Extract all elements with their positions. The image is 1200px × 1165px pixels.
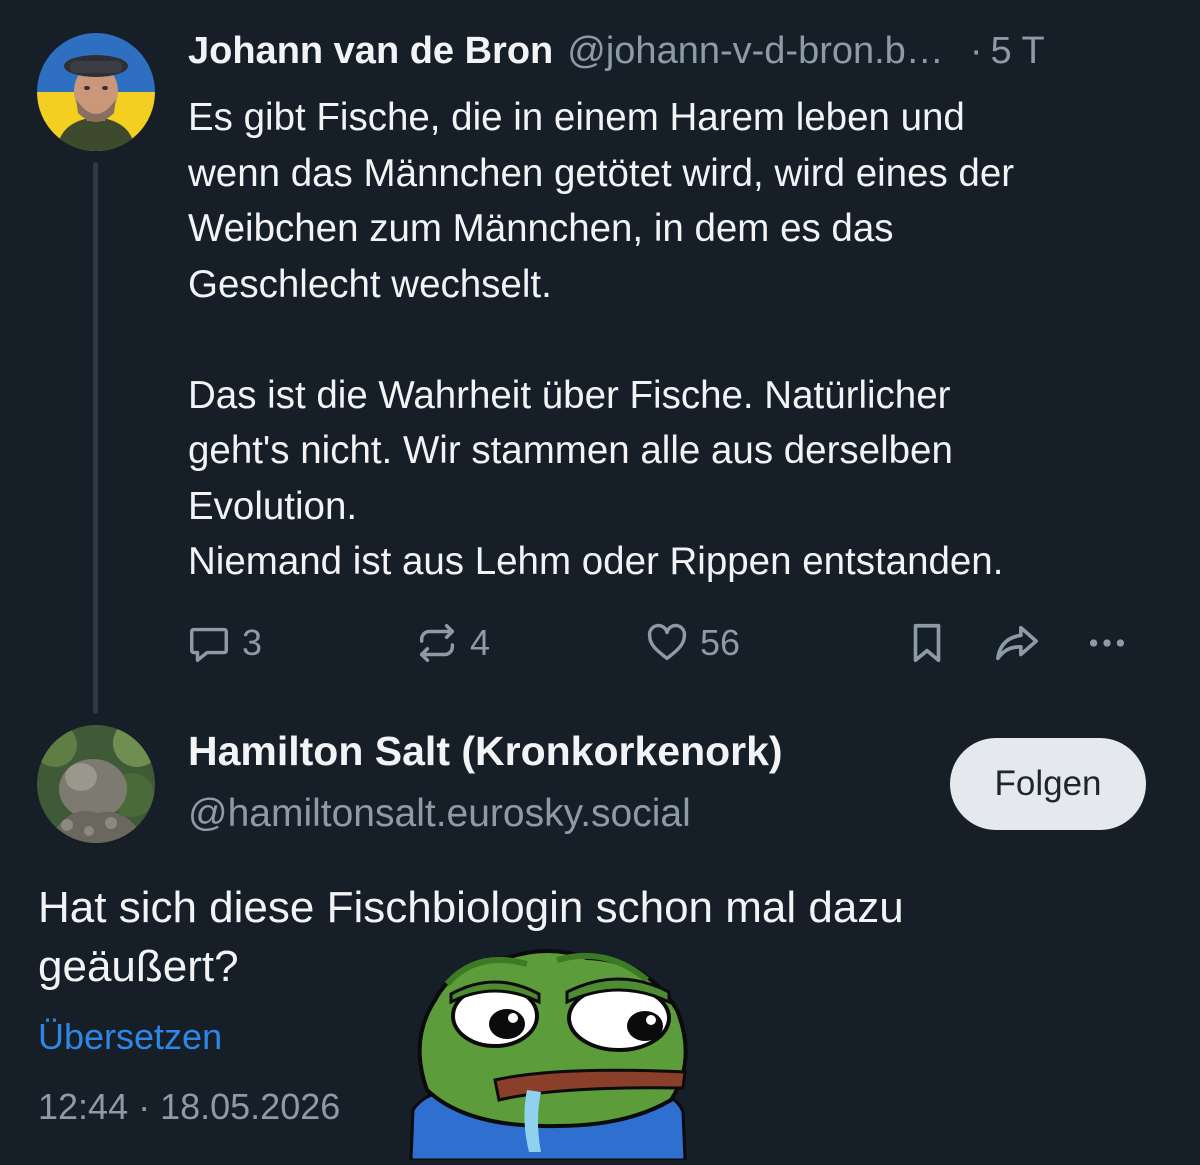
post-actions: 3 4 56 (186, 615, 1146, 675)
bookmark-button[interactable] (904, 615, 950, 671)
author-avatar-johann[interactable] (37, 33, 155, 151)
share-icon (992, 620, 1042, 666)
author-avatar-hamilton[interactable] (37, 725, 155, 843)
author-name[interactable]: Johann van de Bron (188, 30, 553, 73)
follow-button[interactable]: Folgen (950, 738, 1146, 830)
repost-icon (414, 620, 460, 666)
share-button[interactable] (992, 615, 1042, 671)
like-count: 56 (700, 622, 741, 663)
post-header: Johann van de Bron @johann-v-d-bron.b… ·… (188, 30, 1158, 82)
post-timestamp: 12:44 · 18.05.2026 (38, 1086, 341, 1127)
reply-author-name[interactable]: Hamilton Salt (Kronkorkenork) (188, 728, 783, 775)
separator-dot: · (969, 30, 983, 72)
reply-author-handle[interactable]: @hamiltonsalt.eurosky.social (188, 792, 691, 836)
post-text: Es gibt Fische, die in einem Harem leben… (188, 96, 1015, 583)
repost-button[interactable]: 4 (414, 615, 490, 671)
author-handle[interactable]: @johann-v-d-bron.b… (567, 30, 944, 73)
thread-line (93, 162, 98, 714)
post-time[interactable]: 5 T (990, 30, 1044, 73)
reply-count: 3 (242, 622, 263, 663)
bookmark-icon (904, 620, 950, 666)
reply-icon (186, 620, 232, 666)
reply-button[interactable]: 3 (186, 615, 262, 671)
more-icon (1084, 620, 1130, 666)
repost-count: 4 (470, 622, 491, 663)
like-button[interactable]: 56 (644, 615, 740, 671)
frog-meme-image (407, 940, 697, 1162)
like-icon (644, 620, 690, 666)
more-button[interactable] (1084, 615, 1130, 671)
translate-link[interactable]: Übersetzen (38, 1016, 222, 1058)
